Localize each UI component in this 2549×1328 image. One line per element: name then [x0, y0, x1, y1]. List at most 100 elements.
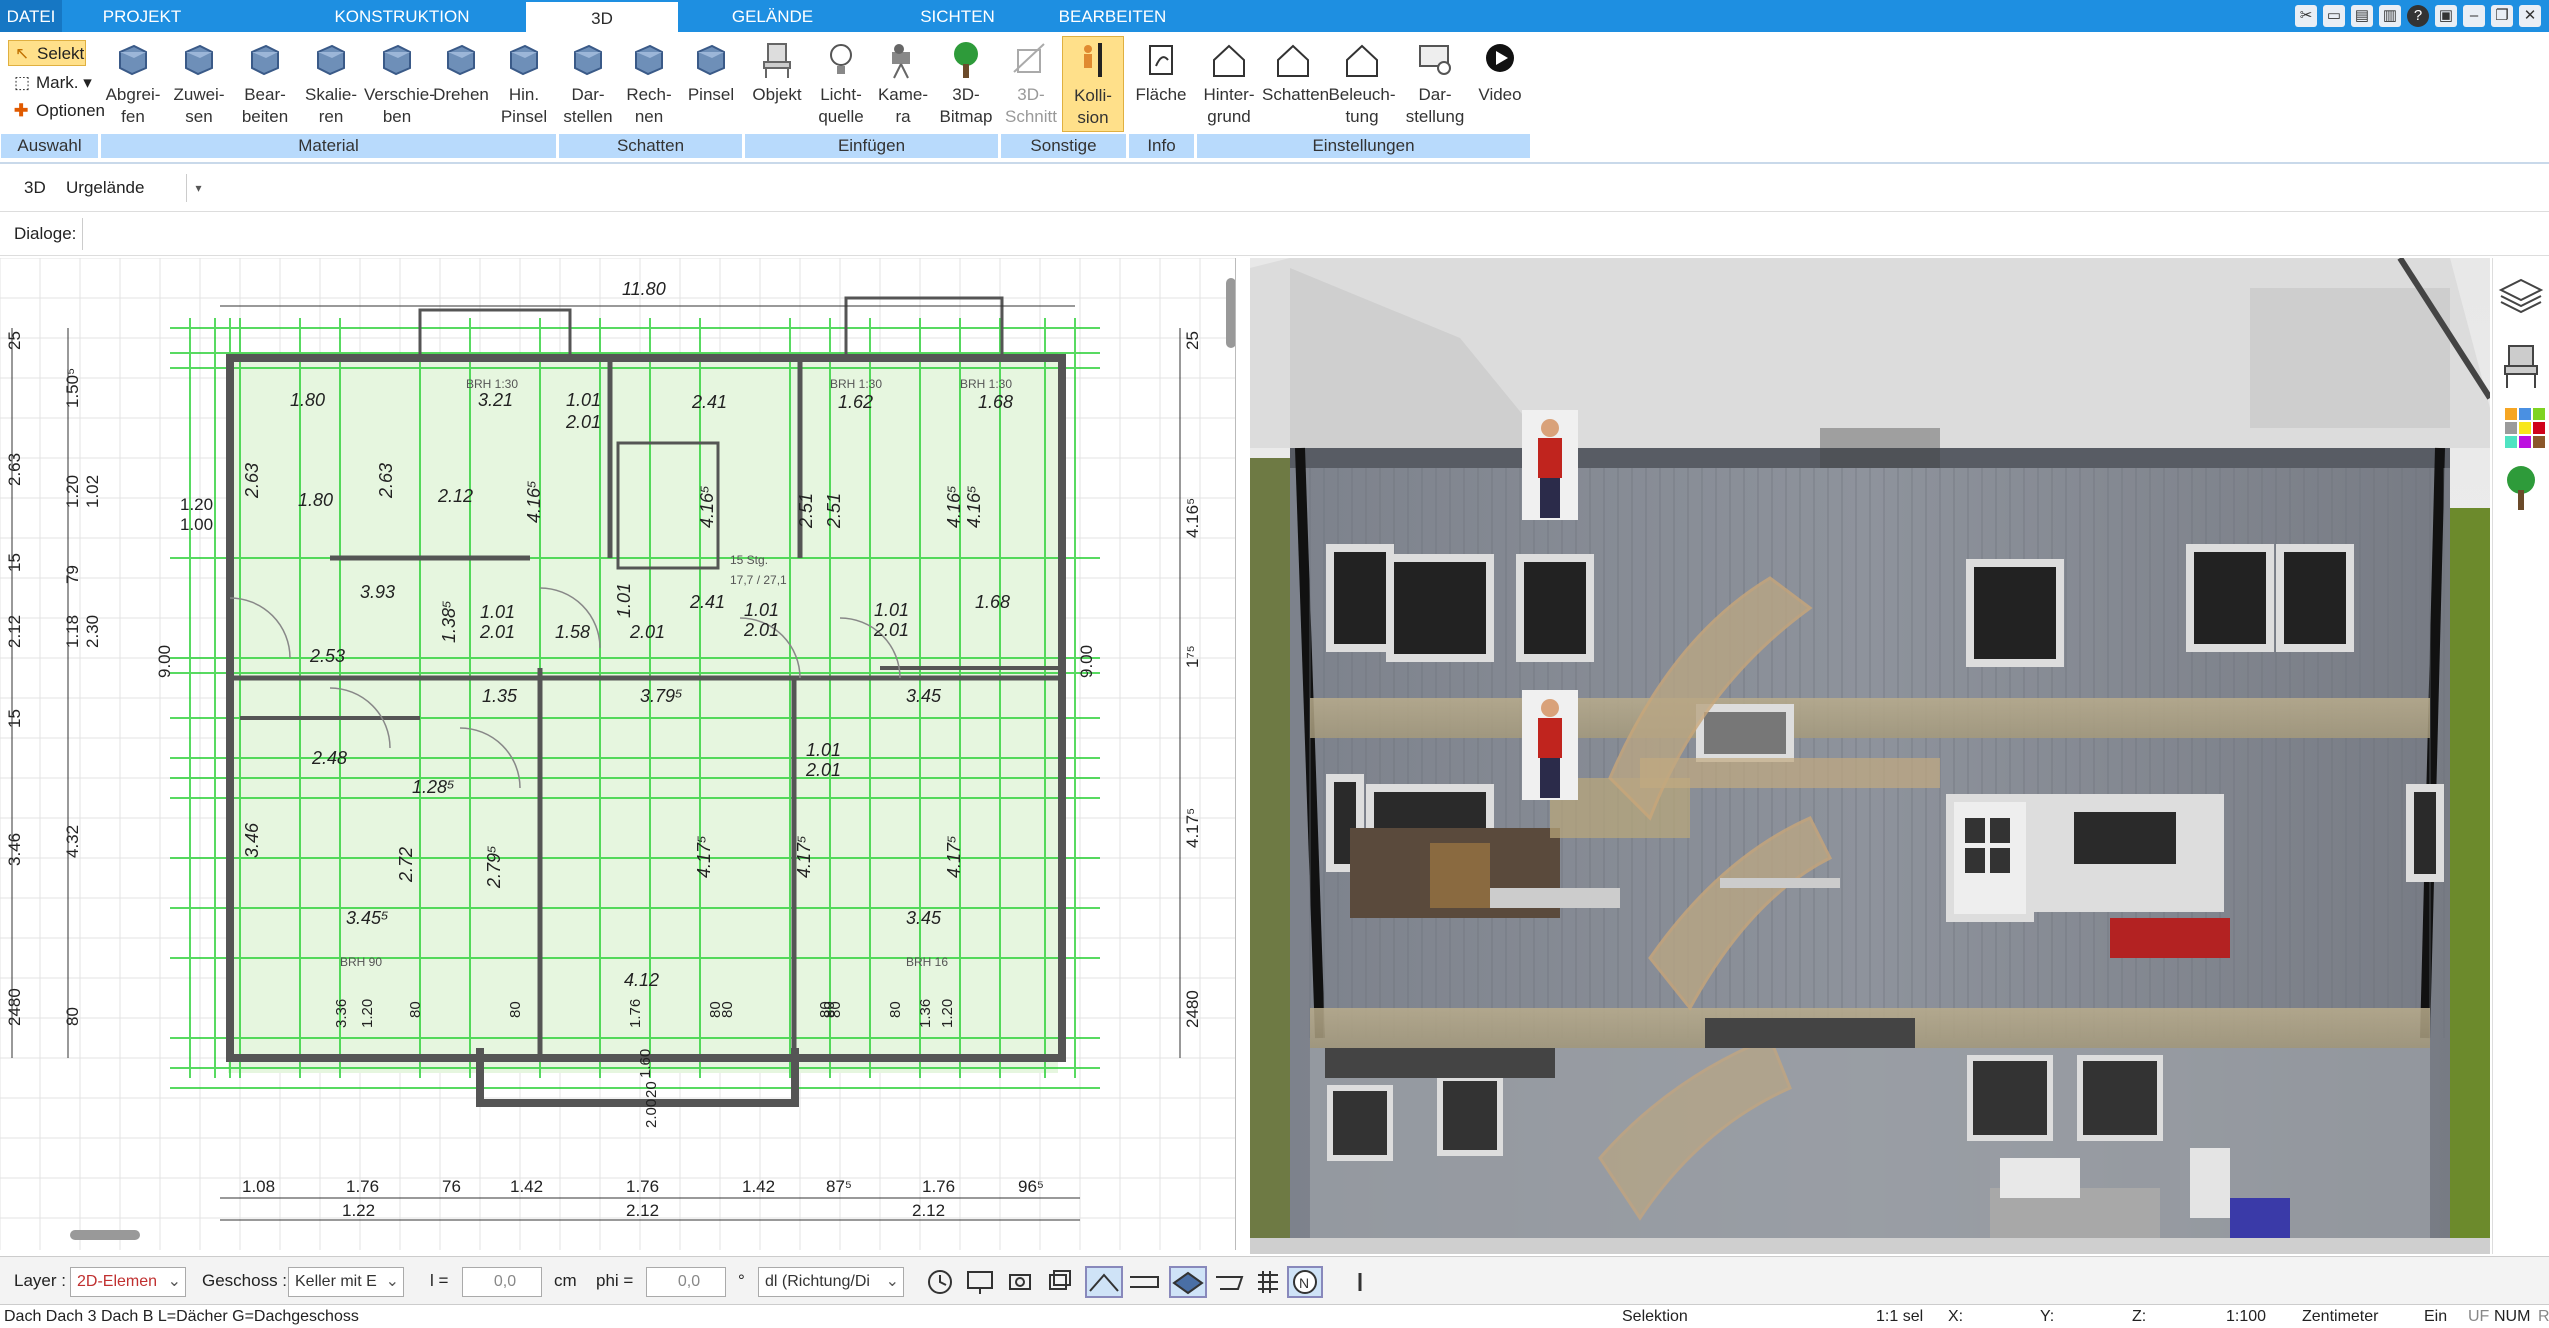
material-button-4[interactable]: Verschie-ben	[364, 36, 435, 132]
tab-konstruktion[interactable]: KONSTRUKTION	[322, 0, 482, 32]
tab-bearbeiten[interactable]: BEARBEITEN	[1050, 0, 1175, 32]
chevron-down-icon[interactable]: ⌄	[886, 1268, 899, 1296]
plan-dimension-label: 1.01	[744, 600, 779, 620]
tab-datei[interactable]: DATEI	[0, 0, 62, 32]
close-icon[interactable]: ✕	[2519, 5, 2541, 27]
view-icon[interactable]: ▥	[2379, 5, 2401, 27]
tab-3d[interactable]: 3D	[526, 0, 678, 32]
compute-shadow-icon	[618, 38, 680, 82]
layers-icon[interactable]	[2498, 278, 2544, 314]
einstellungen-button-2[interactable]: Beleuch-tung	[1324, 36, 1400, 132]
button-label-line1: Abgrei-	[105, 85, 161, 104]
layers-icon[interactable]	[1049, 1270, 1071, 1290]
mark-button[interactable]: ⬚ Mark. ▾	[8, 70, 92, 96]
tree-icon[interactable]	[2507, 466, 2535, 510]
einfuegen-button-3[interactable]: 3D- Bitmap	[934, 36, 998, 132]
group-info: Fläche Info	[1128, 36, 1194, 158]
display-settings-icon	[1400, 38, 1470, 82]
right-dimension-label: 4.17⁵	[1183, 808, 1202, 848]
material-button-5[interactable]: Drehen	[430, 36, 492, 132]
schatten-button-1[interactable]: Rech-nen	[618, 36, 680, 132]
sonstige-button-1[interactable]: Kolli-sion	[1062, 36, 1124, 132]
plan-dimension-label: 4.16⁵	[524, 480, 544, 523]
vertical-scrollbar[interactable]	[1226, 278, 1236, 348]
direction-value: dl (Richtung/Di	[765, 1273, 870, 1290]
left-dimension-label: 15	[5, 553, 24, 572]
tab-gelaende[interactable]: GELÄNDE	[700, 0, 845, 32]
status-mode: Selektion	[1622, 1308, 1688, 1325]
chair-icon[interactable]	[2504, 345, 2538, 388]
button-label-line2: Bitmap	[939, 107, 993, 126]
horizontal-scrollbar[interactable]	[70, 1230, 140, 1240]
print-icon[interactable]: ▤	[2351, 5, 2373, 27]
camera-icon[interactable]	[1009, 1274, 1031, 1290]
plan-dimension-label: 17,7 / 27,1	[730, 573, 787, 587]
tools-icon[interactable]: ✂	[2295, 5, 2317, 27]
3d-view[interactable]	[1250, 258, 2490, 1254]
optionen-button[interactable]: ✚ Optionen	[8, 98, 105, 124]
material-button-6[interactable]: Hin. Pinsel	[492, 36, 556, 132]
bottom-dimension-label: 76	[442, 1177, 461, 1196]
einstellungen-button-0[interactable]: Hinter-grund	[1196, 36, 1262, 132]
wall-snap-icon[interactable]	[1130, 1276, 1159, 1288]
grid-icon[interactable]	[1258, 1271, 1278, 1293]
left-dimensions: 251.50⁵2.631.20 1.0215792.12 1.18 2.30153.4…	[5, 331, 213, 1026]
monitor-icon[interactable]	[967, 1271, 993, 1294]
surface-icon[interactable]	[1216, 1276, 1244, 1290]
material-button-2[interactable]: Bear-beiten	[232, 36, 298, 132]
floor-plan-canvas[interactable]: 1.80 3.21 1.012.012.41 1.62 1.682.63 2.631.80…	[0, 258, 1236, 1250]
length-input[interactable]: 0,0	[462, 1267, 542, 1297]
tab-sichten[interactable]: SICHTEN	[880, 0, 1035, 32]
einfuegen-button-1[interactable]: Licht-quelle	[810, 36, 872, 132]
status-r: R	[2538, 1308, 2549, 1325]
3d-house-render[interactable]	[1250, 258, 2490, 1254]
einstellungen-button-1[interactable]: Schatten	[1262, 36, 1329, 132]
geschoss-value: Keller mit E	[295, 1273, 377, 1290]
sonstige-button-0[interactable]: 3D- Schnitt	[1000, 36, 1062, 132]
selekt-button[interactable]: ↖ Selekt	[8, 40, 86, 66]
camera-icon	[872, 38, 934, 82]
einfuegen-button-2[interactable]: Kame-ra	[872, 36, 934, 132]
button-label-line1: Skalie-	[305, 85, 357, 104]
folder-icon[interactable]: ▭	[2323, 5, 2345, 27]
button-label-line1: Licht-	[820, 85, 862, 104]
plan-dimension-label: 2.41	[689, 592, 725, 612]
terrain-select[interactable]: Urgelände ▾	[58, 174, 210, 204]
chevron-down-icon[interactable]: ⌄	[168, 1268, 181, 1296]
left-dimension-label: 2480	[5, 988, 24, 1026]
chevron-down-icon[interactable]: ▾	[186, 174, 210, 202]
minimize-icon[interactable]: –	[2463, 5, 2485, 27]
schatten-button-0[interactable]: Dar-stellen	[558, 36, 618, 132]
north-icon[interactable]: N	[1293, 1270, 1317, 1294]
floor-plan-view[interactable]: 1.80 3.21 1.01 2.01 2.41 1.62 1.68 2.63 2.63 1.80…	[0, 258, 1236, 1250]
left-dimension-label: 1.20	[63, 475, 82, 508]
material-button-3[interactable]: Skalie-ren	[298, 36, 364, 132]
material-button-0[interactable]: Abgrei-fen	[100, 36, 166, 132]
material-button-1[interactable]: Zuwei-sen	[166, 36, 232, 132]
plan-dimension-label: 2.79⁵	[484, 845, 504, 889]
einfuegen-button-0[interactable]: Objekt	[744, 36, 810, 132]
chevron-down-icon[interactable]: ⌄	[386, 1268, 399, 1296]
group-auswahl: ↖ Selekt ⬚ Mark. ▾ ✚ Optionen Auswahl	[0, 36, 105, 158]
info-button-0[interactable]: Fläche	[1128, 36, 1194, 132]
button-label-line2: sen	[185, 107, 213, 126]
phi-input[interactable]: 0,0	[646, 1267, 726, 1297]
plan-dimension-label: 2.01	[873, 620, 909, 640]
info-icon[interactable]: ▣	[2435, 5, 2457, 27]
restore-icon[interactable]: ❐	[2491, 5, 2513, 27]
plan-dimension-label: 1.68	[978, 392, 1013, 412]
plan-dimension-label: BRH 1:30	[830, 377, 882, 391]
status-message: Dach Dach 3 Dach B L=Dächer G=Dachgescho…	[4, 1308, 359, 1325]
clock-icon[interactable]	[928, 1270, 952, 1294]
direction-select[interactable]: dl (Richtung/Di ⌄	[758, 1267, 904, 1297]
help-icon[interactable]: ?	[2407, 5, 2429, 27]
einstellungen-button-3[interactable]: Dar-stellung	[1400, 36, 1470, 132]
button-label-line2: stellung	[1405, 107, 1465, 126]
einstellungen-button-4[interactable]: Video	[1470, 36, 1530, 132]
geschoss-select[interactable]: Keller mit E ⌄	[288, 1267, 404, 1297]
tab-projekt[interactable]: PROJEKT	[72, 0, 212, 32]
schatten-button-2[interactable]: Pinsel	[680, 36, 742, 132]
status-z: Z:	[2132, 1308, 2147, 1325]
material-palette-icon[interactable]	[2505, 408, 2545, 448]
layer-select[interactable]: 2D-Elemen ⌄	[70, 1267, 186, 1297]
